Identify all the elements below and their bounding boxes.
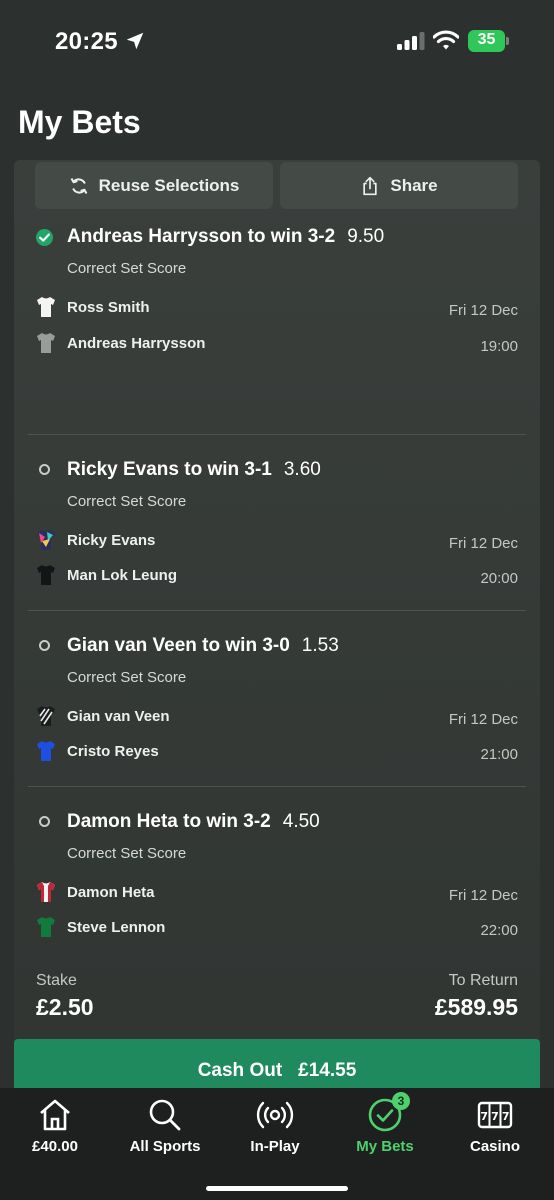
share-label: Share: [390, 175, 438, 195]
share-icon: [363, 176, 378, 195]
shirt-icon: [37, 882, 55, 902]
event-date: Fri 12 Dec: [448, 535, 518, 552]
home-icon: [40, 1099, 70, 1131]
tab-label: £40.00: [32, 1138, 78, 1155]
event-date: Fri 12 Dec: [448, 302, 518, 319]
my-bets-count-badge: 3: [392, 1092, 410, 1110]
battery-indicator: 35: [468, 30, 510, 52]
divider: [28, 434, 526, 435]
share-button[interactable]: Share: [280, 162, 518, 209]
player-name: Ross Smith: [67, 298, 150, 316]
cellular-signal-icon: [397, 32, 425, 50]
selection-market: Correct Set Score: [67, 260, 187, 277]
reuse-selections-button[interactable]: Reuse Selections: [35, 162, 273, 209]
slot-machine-icon: 7 7 7: [477, 1101, 513, 1129]
player-name: Andreas Harrysson: [67, 334, 206, 352]
battery-level: 35: [477, 31, 496, 48]
event-time: 22:00: [480, 922, 518, 939]
selection-title[interactable]: Ricky Evans to win 3-1 3.60: [67, 459, 321, 481]
tab-label: Casino: [469, 1138, 520, 1155]
broadcast-icon: [256, 1101, 294, 1129]
selection-name: Ricky Evans to win 3-1: [67, 459, 272, 480]
location-arrow-icon: [126, 32, 144, 50]
selection-name: Gian van Veen to win 3-0: [67, 635, 290, 656]
selection-market: Correct Set Score: [67, 493, 187, 510]
reuse-selections-label: Reuse Selections: [98, 175, 240, 195]
tab-all-sports[interactable]: All Sports: [110, 1096, 220, 1166]
tab-label: All Sports: [129, 1138, 201, 1155]
player-row: Cristo Reyes: [36, 740, 159, 762]
divider: [28, 786, 526, 787]
selection-title[interactable]: Gian van Veen to win 3-0 1.53: [67, 635, 339, 657]
selection-odds: 4.50: [282, 811, 320, 832]
tab-home[interactable]: £40.00: [0, 1096, 110, 1166]
shirt-icon: [37, 333, 55, 353]
tab-label: My Bets: [356, 1138, 414, 1155]
player-row: Gian van Veen: [36, 705, 170, 727]
player-row: Man Lok Leung: [36, 564, 177, 586]
pending-status-icon: [39, 640, 50, 651]
shirt-icon: [37, 297, 55, 317]
status-bar: 20:25 35: [0, 0, 554, 84]
shirt-icon: [37, 741, 55, 761]
player-name: Gian van Veen: [67, 707, 170, 725]
bet-card: Reuse Selections Share Andreas Harrysson…: [14, 160, 540, 1100]
selection-name: Andreas Harrysson to win 3-2: [67, 226, 336, 247]
selection-odds: 1.53: [301, 635, 339, 656]
selection-market: Correct Set Score: [67, 669, 187, 686]
shirt-icon: [37, 530, 55, 550]
selection-market: Correct Set Score: [67, 845, 187, 862]
bottom-tab-bar: £40.00 All Sports In-Play 3 My Bets 7 7 …: [0, 1088, 554, 1200]
player-name: Steve Lennon: [67, 918, 166, 936]
player-row: Damon Heta: [36, 881, 155, 903]
selection-name: Damon Heta to win 3-2: [67, 811, 271, 832]
tab-my-bets[interactable]: 3 My Bets: [330, 1092, 440, 1166]
event-date: Fri 12 Dec: [448, 887, 518, 904]
player-name: Damon Heta: [67, 883, 155, 901]
player-name: Ricky Evans: [67, 531, 156, 549]
player-name: Man Lok Leung: [67, 566, 177, 584]
shirt-icon: [37, 706, 55, 726]
event-time: 20:00: [480, 570, 518, 587]
pending-status-icon: [39, 816, 50, 827]
player-row: Ross Smith: [36, 296, 150, 318]
stake-label: Stake: [36, 972, 77, 989]
selection-odds: 3.60: [283, 459, 321, 480]
shirt-icon: [37, 917, 55, 937]
player-row: Andreas Harrysson: [36, 332, 205, 354]
return-label: To Return: [448, 972, 518, 989]
selection-title[interactable]: Andreas Harrysson to win 3-2 9.50: [67, 226, 384, 248]
tab-in-play[interactable]: In-Play: [220, 1096, 330, 1166]
player-row: Ricky Evans: [36, 529, 155, 551]
pending-status-icon: [39, 464, 50, 475]
return-value: £589.95: [434, 994, 518, 1020]
status-time: 20:25: [55, 28, 118, 55]
shirt-icon: [37, 565, 55, 585]
battery-nub: [506, 37, 509, 45]
refresh-icon: [70, 177, 87, 194]
tab-casino[interactable]: 7 7 7 Casino: [440, 1096, 550, 1166]
selection-odds: 9.50: [347, 226, 385, 247]
event-time: 19:00: [480, 338, 518, 355]
svg-text:7: 7: [491, 1110, 499, 1123]
home-indicator[interactable]: [206, 1186, 348, 1191]
search-icon: [149, 1099, 181, 1131]
player-name: Cristo Reyes: [67, 742, 159, 760]
svg-text:7: 7: [480, 1110, 488, 1123]
divider: [28, 610, 526, 611]
svg-text:7: 7: [502, 1110, 510, 1123]
page-title: My Bets: [18, 104, 141, 140]
stake-value: £2.50: [36, 994, 94, 1020]
wifi-icon: [433, 30, 459, 50]
selection-title[interactable]: Damon Heta to win 3-2 4.50: [67, 811, 320, 833]
event-time: 21:00: [480, 746, 518, 763]
player-row: Steve Lennon: [36, 916, 165, 938]
tab-label: In-Play: [250, 1138, 300, 1155]
event-date: Fri 12 Dec: [448, 711, 518, 728]
won-check-icon: [36, 229, 53, 246]
